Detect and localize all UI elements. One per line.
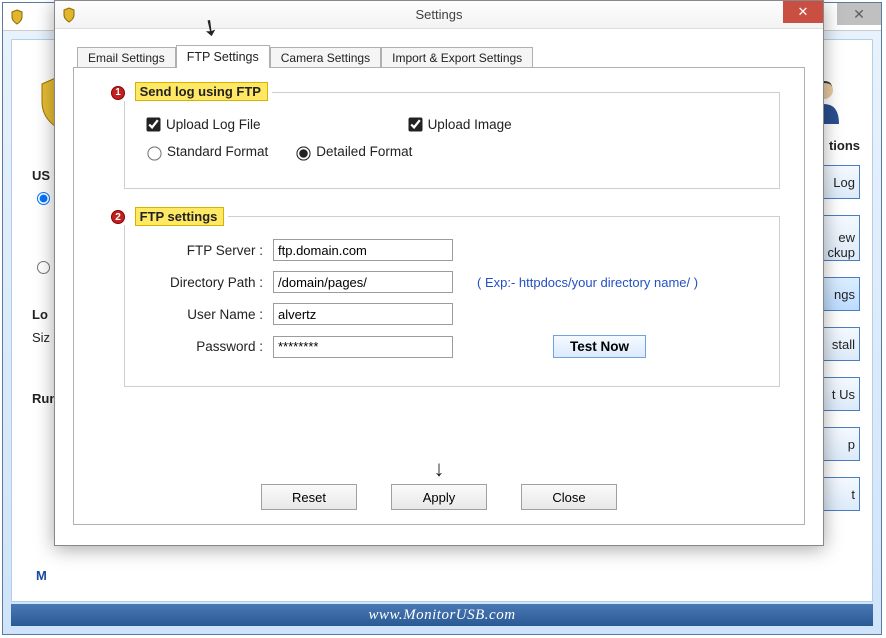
footer-bar: www.MonitorUSB.com [11,604,873,626]
bg-btn-log[interactable]: Log [818,165,860,199]
radio-standard-input[interactable] [147,146,161,160]
bg-right-partial: tions Log ewckup ngs stall t Us p t [818,138,860,527]
label-ftp-server: FTP Server : [143,243,273,258]
dialog-body: ➘ Email Settings FTP Settings Camera Set… [55,29,823,545]
reset-button[interactable]: Reset [261,484,357,510]
legend-send-log: 1 Send log using FTP [107,84,272,101]
label-directory-path: Directory Path : [143,275,273,290]
test-now-button[interactable]: Test Now [553,335,646,358]
bg-btn-contact[interactable]: t Us [818,377,860,411]
bg-btn-install[interactable]: stall [818,327,860,361]
tab-email-settings[interactable]: Email Settings [77,47,176,68]
tab-import-export-settings[interactable]: Import & Export Settings [381,47,533,68]
radio-standard-format[interactable]: Standard Format [143,144,268,160]
bg-radio-2[interactable] [37,261,50,274]
checkbox-upload-log[interactable]: Upload Log File [143,115,261,134]
input-ftp-server[interactable] [273,239,453,261]
group-ftp-settings: 2 FTP settings FTP Server : Directory Pa… [124,209,780,388]
dialog-action-bar: Reset Apply Close [74,484,804,510]
radio-detailed-format[interactable]: Detailed Format [292,144,412,160]
tab-strip: ➘ Email Settings FTP Settings Camera Set… [77,43,805,67]
bg-btn-backup[interactable]: ewckup [818,215,860,261]
checkbox-upload-log-input[interactable] [146,117,160,131]
input-directory-path[interactable] [273,271,453,293]
apply-button[interactable]: Apply [391,484,487,510]
label-user-name: User Name : [143,307,273,322]
close-button[interactable]: ✕ [837,3,881,25]
bg-btn-exit[interactable]: t [818,477,860,511]
dialog-close-button[interactable]: ✕ [783,1,823,23]
bg-m-label: M [36,568,47,583]
dialog-title: Settings [55,7,823,22]
heading-send-log: Send log using FTP [135,82,268,101]
legend-ftp-settings: 2 FTP settings [107,209,228,226]
checkbox-upload-image[interactable]: Upload Image [405,115,512,134]
group-send-log: 1 Send log using FTP Upload Log File Upl… [124,84,780,189]
arrow-annotation-apply: ↓ [434,456,445,482]
bg-radio-1[interactable] [37,192,50,205]
input-password[interactable] [273,336,453,358]
bg-btn-help[interactable]: p [818,427,860,461]
tab-camera-settings[interactable]: Camera Settings [270,47,381,68]
checkbox-upload-image-input[interactable] [408,117,422,131]
settings-dialog: Settings ✕ ➘ Email Settings FTP Settings… [54,0,824,546]
dialog-titlebar: Settings ✕ [55,1,823,29]
label-password: Password : [143,339,273,354]
heading-ftp-settings: FTP settings [135,207,225,226]
footer-url[interactable]: www.MonitorUSB.com [368,607,515,624]
badge-2: 2 [111,210,125,224]
close-action-button[interactable]: Close [521,484,617,510]
hint-directory-path: ( Exp:- httpdocs/your directory name/ ) [477,275,698,290]
tab-page-ftp: 1 Send log using FTP Upload Log File Upl… [73,67,805,525]
tab-ftp-settings[interactable]: FTP Settings [176,45,270,68]
bg-tions-header: tions [818,138,860,153]
radio-detailed-input[interactable] [297,146,311,160]
input-user-name[interactable] [273,303,453,325]
badge-1: 1 [111,86,125,100]
bg-btn-settings[interactable]: ngs [818,277,860,311]
